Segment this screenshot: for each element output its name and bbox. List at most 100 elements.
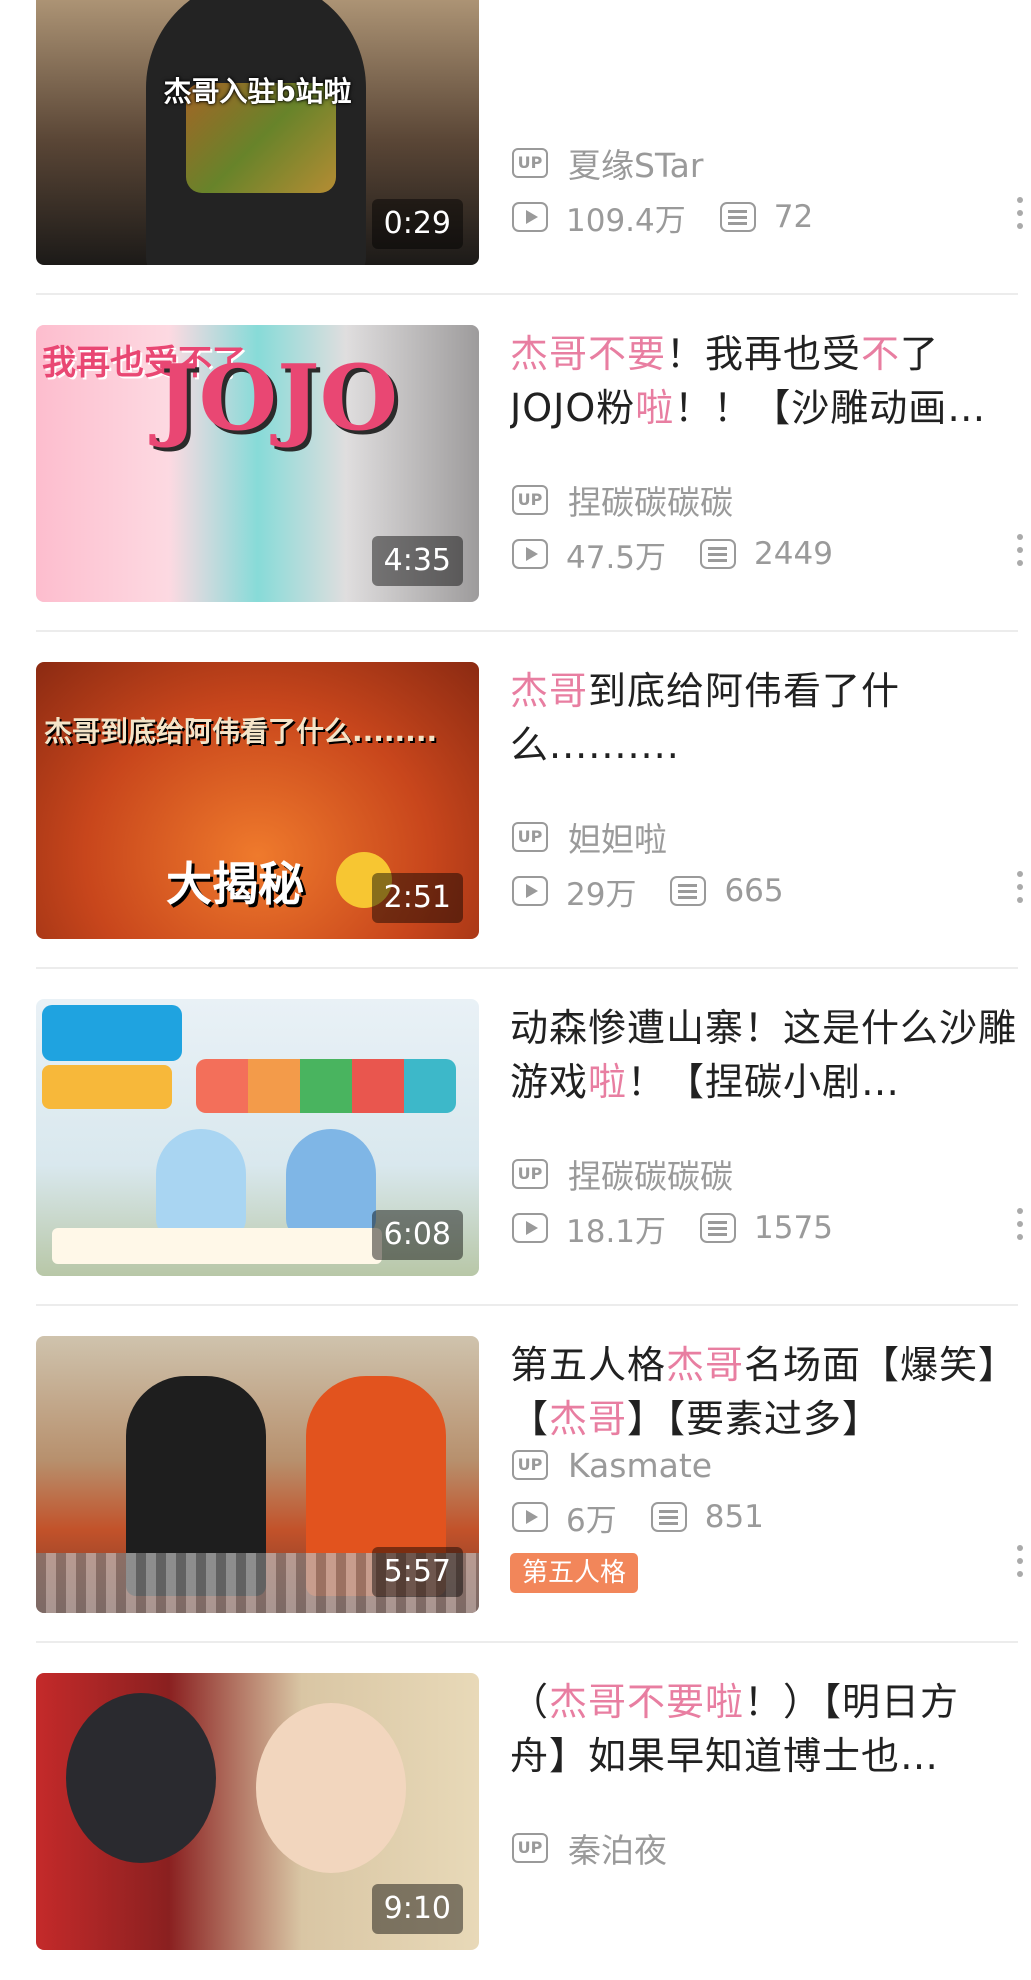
up-owner-icon: UP [512,148,548,178]
more-vertical-icon[interactable] [1004,193,1031,233]
video-card[interactable]: 我再也受不了 JOJO 4:35 杰哥不要！我再也受不了JOJO粉啦！！【沙雕动… [36,295,1023,632]
danmaku-count-icon [700,1213,737,1243]
owner-name: Kasmate [568,1445,713,1485]
video-title[interactable]: 第五人格杰哥名场面【爆笑】【杰哥】【要素过多】 [510,1336,1018,1446]
video-duration: 6:08 [371,1210,463,1260]
video-info: （杰哥不要啦！）【明日方舟】如果早知道博士也… UP 秦泊夜 [510,1673,1018,1950]
thumbnail-art [42,1005,182,1061]
title-keyword-highlight: 杰哥不要 [510,332,667,376]
category-tag[interactable]: 第五人格 [510,1553,639,1593]
thumbnail-art [52,1228,382,1264]
danmaku-count: 2449 [754,536,833,572]
video-list: 杰哥入驻b站啦 0:29 UP 夏缘STar 109.4万 72 我再也受不了 … [0,0,1031,1980]
danmaku-count: 665 [724,873,784,909]
thumbnail-art [286,1129,376,1239]
owner-name: 捏碳碳碳碳 [568,1157,733,1196]
video-duration: 9:10 [371,1884,463,1934]
video-info: 动森惨遭山寨！这是什么沙雕游戏啦！【捏碳小剧… UP 捏碳碳碳碳 18.1万 1… [510,999,1023,1276]
owner-row[interactable]: UP 夏缘STar [512,143,703,185]
play-count-icon [512,202,548,232]
video-thumbnail[interactable]: 杰哥入驻b站啦 0:29 [36,0,479,265]
owner-name: 捏碳碳碳碳 [568,483,733,522]
video-thumbnail[interactable]: 我再也受不了 JOJO 4:35 [36,325,479,602]
video-card[interactable]: 杰哥到底给阿伟看了什么........ 大揭秘 2:51 杰哥到底给阿伟看了什么… [36,632,1023,969]
video-thumbnail[interactable]: 5:57 [36,1336,479,1613]
title-keyword-highlight: 不 [861,332,901,376]
video-card[interactable]: 杰哥入驻b站啦 0:29 UP 夏缘STar 109.4万 72 [36,0,1023,295]
owner-row[interactable]: UP 妲妲啦 [512,817,667,859]
title-text: ！！【沙雕动画… [674,386,987,430]
video-thumbnail[interactable]: 6:08 [36,999,479,1276]
view-count: 47.5万 [566,539,667,576]
owner-row[interactable]: UP Kasmate [512,1445,712,1485]
stats-row: 29万 665 [512,871,784,913]
stats-row: 6万 851 [512,1497,764,1539]
video-card[interactable]: 9:10 （杰哥不要啦！）【明日方舟】如果早知道博士也… UP 秦泊夜 [36,1643,1018,1980]
video-thumbnail[interactable]: 杰哥到底给阿伟看了什么........ 大揭秘 2:51 [36,662,479,939]
danmaku-count-icon [670,876,707,906]
video-title[interactable]: （杰哥不要啦！）【明日方舟】如果早知道博士也… [510,1673,1018,1783]
up-owner-icon: UP [512,1450,548,1480]
title-keyword-highlight: 杰哥 [510,669,589,713]
video-info: UP 夏缘STar 109.4万 72 [510,0,1023,265]
view-count: 6万 [566,1502,617,1539]
owner-name: 夏缘STar [568,146,704,185]
video-thumbnail[interactable]: 9:10 [36,1673,479,1950]
title-keyword-highlight: 杰哥 [549,1397,628,1441]
thumbnail-art [66,1693,216,1863]
thumbnail-caption: 杰哥到底给阿伟看了什么........ [44,715,438,748]
video-title[interactable]: 杰哥到底给阿伟看了什么.......... [510,662,1018,772]
more-vertical-icon[interactable] [1004,867,1031,907]
thumbnail-art [256,1703,406,1873]
danmaku-count-icon [700,539,737,569]
play-count-icon [512,539,548,569]
stats-row: 18.1万 1575 [512,1208,833,1250]
thumbnail-logo: JOJO [156,345,398,451]
title-text: ！【捏碳小剧… [627,1060,901,1104]
title-keyword-highlight: 啦 [588,1060,628,1104]
video-duration: 5:57 [371,1547,463,1597]
more-vertical-icon[interactable] [1004,530,1031,570]
more-vertical-icon[interactable] [1004,1541,1031,1581]
danmaku-count: 851 [704,1499,764,1535]
up-owner-icon: UP [512,822,548,852]
owner-name: 秦泊夜 [568,1831,667,1870]
play-count-icon [512,876,548,906]
view-count: 109.4万 [566,202,686,239]
owner-row[interactable]: UP 秦泊夜 [512,1828,667,1870]
video-title[interactable]: 动森惨遭山寨！这是什么沙雕游戏啦！【捏碳小剧… [510,999,1018,1109]
owner-row[interactable]: UP 捏碳碳碳碳 [512,480,733,522]
thumbnail-art [196,1059,456,1113]
up-owner-icon: UP [512,1159,548,1189]
danmaku-count-icon [719,202,756,232]
up-owner-icon: UP [512,485,548,515]
owner-name: 妲妲啦 [568,820,667,859]
title-text: ！我再也受 [666,332,862,376]
view-count: 29万 [566,876,637,913]
video-title[interactable]: 杰哥不要！我再也受不了JOJO粉啦！！【沙雕动画… [510,325,1018,435]
thumbnail-caption: 杰哥入驻b站啦 [163,75,352,108]
video-info: 杰哥不要！我再也受不了JOJO粉啦！！【沙雕动画… UP 捏碳碳碳碳 47.5万… [510,325,1023,602]
title-text: 】【要素过多】 [627,1397,882,1441]
video-card[interactable]: 5:57 第五人格杰哥名场面【爆笑】【杰哥】【要素过多】 UP Kasmate … [36,1306,1023,1643]
video-card[interactable]: 6:08 动森惨遭山寨！这是什么沙雕游戏啦！【捏碳小剧… UP 捏碳碳碳碳 18… [36,969,1023,1306]
title-keyword-highlight: 啦 [635,386,675,430]
video-info: 杰哥到底给阿伟看了什么.......... UP 妲妲啦 29万 665 [510,662,1023,939]
video-info: 第五人格杰哥名场面【爆笑】【杰哥】【要素过多】 UP Kasmate 6万 85… [510,1336,1023,1613]
danmaku-count-icon [650,1502,687,1532]
more-vertical-icon[interactable] [1004,1204,1031,1244]
view-count: 18.1万 [566,1213,667,1250]
video-duration: 2:51 [371,873,463,923]
video-duration: 0:29 [371,199,463,249]
title-text: （ [510,1680,550,1724]
play-count-icon [512,1502,548,1532]
play-count-icon [512,1213,548,1243]
thumbnail-art [42,1065,172,1109]
owner-row[interactable]: UP 捏碳碳碳碳 [512,1154,733,1196]
danmaku-count: 1575 [754,1210,833,1246]
thumbnail-art [156,1129,246,1239]
video-duration: 4:35 [371,536,463,586]
stats-row: 47.5万 2449 [512,534,833,576]
danmaku-count: 72 [773,199,814,235]
thumbnail-caption: 大揭秘 [166,857,304,911]
